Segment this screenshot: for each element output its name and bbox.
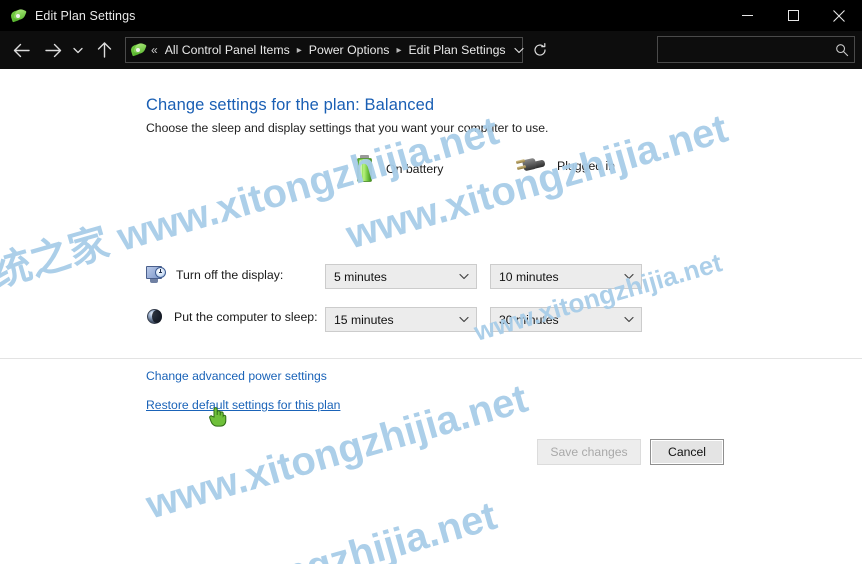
- breadcrumb-separator-icon: ▸: [296, 44, 302, 56]
- close-button[interactable]: [816, 0, 862, 31]
- power-plug-icon: [515, 155, 546, 177]
- row-put-computer-to-sleep-label: Put the computer to sleep:: [174, 310, 318, 324]
- dropdown-put-computer-to-sleep-on-battery-value: 15 minutes: [334, 312, 394, 327]
- recent-locations-chevron-down-icon[interactable]: [68, 35, 88, 65]
- maximize-button[interactable]: [770, 0, 816, 31]
- dropdown-put-computer-to-sleep-plugged-in-value: 30 minutes: [499, 312, 559, 327]
- battery-icon: [355, 155, 374, 182]
- cancel-button[interactable]: Cancel: [650, 439, 724, 465]
- sleep-moon-icon: [146, 308, 164, 326]
- dropdown-turn-off-display-plugged-in-value: 10 minutes: [499, 269, 559, 284]
- search-box[interactable]: [657, 36, 855, 63]
- power-plan-icon: [9, 7, 27, 24]
- row-put-computer-to-sleep: Put the computer to sleep:: [146, 308, 318, 326]
- breadcrumb[interactable]: « All Control Panel Items ▸ Power Option…: [125, 37, 524, 63]
- chevron-down-icon[interactable]: [452, 316, 476, 323]
- title-bar: Edit Plan Settings: [0, 0, 862, 31]
- address-bar: « All Control Panel Items ▸ Power Option…: [0, 31, 862, 69]
- forward-button[interactable]: [40, 35, 66, 65]
- chevron-down-icon[interactable]: [617, 273, 641, 280]
- breadcrumb-item-edit-plan-settings[interactable]: Edit Plan Settings: [406, 40, 507, 60]
- breadcrumb-separator-icon: ▸: [396, 44, 402, 56]
- dropdown-put-computer-to-sleep-on-battery[interactable]: 15 minutes: [325, 307, 477, 332]
- dropdown-turn-off-display-on-battery[interactable]: 5 minutes: [325, 264, 477, 289]
- footer-divider: [0, 358, 862, 359]
- breadcrumb-overflow-icon[interactable]: «: [151, 43, 158, 57]
- search-icon[interactable]: [830, 43, 854, 57]
- dropdown-turn-off-display-on-battery-value: 5 minutes: [334, 269, 387, 284]
- column-header-on-battery: On battery: [355, 155, 443, 182]
- link-change-advanced-power-settings[interactable]: Change advanced power settings: [146, 369, 327, 383]
- minimize-button[interactable]: [724, 0, 770, 31]
- row-turn-off-display: Turn off the display:: [146, 265, 283, 284]
- column-header-plugged-in-label: Plugged in: [557, 159, 616, 173]
- content-area: Change settings for the plan: Balanced C…: [0, 69, 862, 564]
- page-subtitle: Choose the sleep and display settings th…: [146, 121, 549, 135]
- page-title: Change settings for the plan: Balanced: [146, 96, 435, 114]
- row-turn-off-display-label: Turn off the display:: [176, 267, 284, 282]
- breadcrumb-dropdown-chevron-down-icon[interactable]: [508, 38, 530, 62]
- link-restore-default-settings[interactable]: Restore default settings for this plan: [146, 398, 340, 412]
- refresh-button[interactable]: [527, 37, 553, 63]
- save-changes-button[interactable]: Save changes: [537, 439, 641, 465]
- breadcrumb-item-power-options[interactable]: Power Options: [307, 40, 392, 60]
- back-button[interactable]: [8, 35, 34, 65]
- search-input[interactable]: [658, 42, 830, 57]
- window-title: Edit Plan Settings: [35, 8, 136, 23]
- edit-plan-settings-window: Edit Plan Settings « All Control Panel I…: [0, 0, 862, 564]
- breadcrumb-app-icon: [129, 41, 147, 58]
- column-header-on-battery-label: On battery: [386, 161, 444, 176]
- chevron-down-icon[interactable]: [617, 316, 641, 323]
- column-header-plugged-in: Plugged in: [515, 155, 615, 177]
- dropdown-put-computer-to-sleep-plugged-in[interactable]: 30 minutes: [490, 307, 642, 332]
- display-clock-icon: [146, 265, 166, 284]
- up-one-level-button[interactable]: [92, 35, 116, 65]
- dropdown-turn-off-display-plugged-in[interactable]: 10 minutes: [490, 264, 642, 289]
- breadcrumb-item-all-control-panel-items[interactable]: All Control Panel Items: [163, 40, 292, 60]
- chevron-down-icon[interactable]: [452, 273, 476, 280]
